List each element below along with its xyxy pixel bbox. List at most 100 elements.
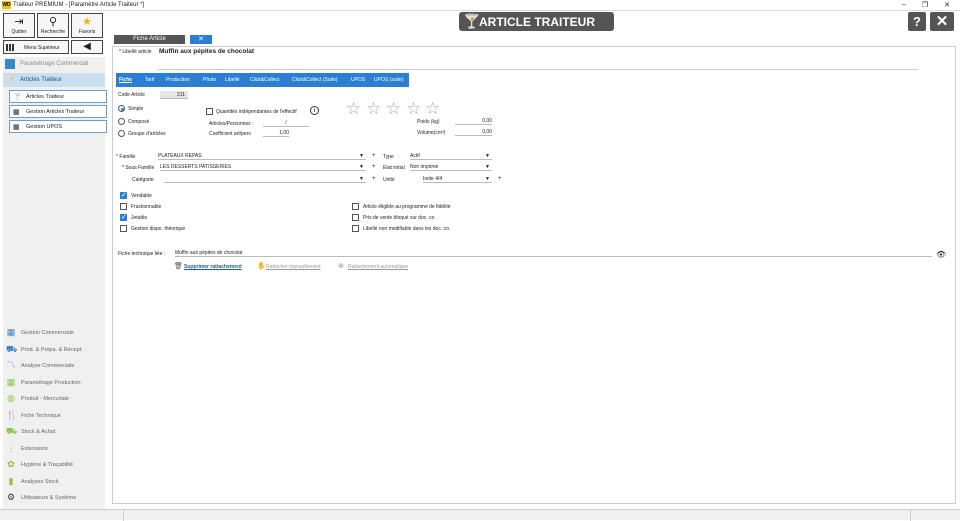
sidebar-item-produit-mercuriale[interactable]: ◍ Produit - Mercuriale bbox=[3, 391, 105, 406]
sidebar-item-prod-prepa[interactable]: ⛟ Prod. & Prépa. & Récept. bbox=[3, 342, 105, 357]
chevron-down-icon: ▼ bbox=[359, 164, 364, 170]
unite-label: Unité bbox=[383, 177, 395, 183]
sidebar-item-label: Produit - Mercuriale bbox=[21, 396, 69, 402]
quit-button[interactable]: ⇥ Quitter bbox=[3, 13, 35, 38]
libelle-non-modifiable-checkbox[interactable] bbox=[352, 225, 359, 232]
tab-fiche[interactable]: Fiche bbox=[119, 77, 132, 83]
add-sous-famille-button[interactable]: + bbox=[372, 164, 376, 170]
supprimer-rattachement-link[interactable]: Supprimer rattachement bbox=[184, 264, 242, 270]
unite-select[interactable]: boite 4/4 ▼ bbox=[423, 175, 492, 183]
sidebar-item-label: Prod. & Prépa. & Récept. bbox=[21, 347, 83, 353]
expand-button[interactable]: ✕ bbox=[190, 35, 212, 44]
sidebar-item-label: Analyses Stock bbox=[21, 479, 59, 485]
qte-independantes-checkbox[interactable] bbox=[206, 108, 213, 115]
back-button[interactable]: ◀ bbox=[71, 40, 103, 54]
search-button[interactable]: ⚲ Recherche bbox=[37, 13, 69, 38]
tab-libelle[interactable]: Libellé bbox=[225, 77, 239, 83]
sidebar-item-parametrage-production[interactable]: ▦ Paramétrage Production bbox=[3, 375, 105, 390]
sidebar-section-articles-traiteur[interactable]: 🍸 Articles Traiteur bbox=[3, 73, 105, 87]
add-famille-button[interactable]: + bbox=[372, 153, 376, 159]
sidebar-sub-articles-traiteur[interactable]: 🍸 Articles Traiteur bbox=[9, 90, 107, 103]
sidebar-item-utilisateurs[interactable]: ⚙ Utilisateurs & Système bbox=[3, 490, 105, 505]
tab-click-collect[interactable]: Click&Collect bbox=[250, 77, 279, 83]
categorie-select[interactable]: ▼ bbox=[164, 175, 366, 183]
favorites-label: Favoris bbox=[78, 29, 96, 35]
grid-icon: ▦ bbox=[6, 377, 16, 387]
sous-famille-select[interactable]: LES DESSERTS PATISSERIES ▼ bbox=[160, 163, 366, 171]
sidebar-item-fiche-technique[interactable]: 🍴 Fiche Technique bbox=[3, 408, 105, 423]
radio-groupe[interactable] bbox=[118, 130, 125, 137]
radio-simple-label: Simple bbox=[128, 106, 144, 112]
articles-personnes-field[interactable]: / bbox=[263, 119, 309, 127]
fidelite-checkbox[interactable] bbox=[352, 203, 359, 210]
sidebar-item-parametrage-commercial[interactable]: Paramétrage Commercial bbox=[3, 57, 105, 71]
vendable-checkbox[interactable] bbox=[120, 191, 127, 199]
add-unite-button[interactable]: + bbox=[498, 176, 502, 182]
back-arrow-icon: ◀ bbox=[83, 41, 91, 52]
prix-bloque-checkbox[interactable] bbox=[352, 214, 359, 221]
volume-field[interactable]: 0,00 bbox=[455, 128, 492, 136]
rating-star-icon[interactable]: ☆ bbox=[425, 99, 440, 119]
rating-star-icon[interactable]: ☆ bbox=[386, 99, 401, 119]
hand-icon: ✋ bbox=[257, 263, 266, 270]
eye-icon[interactable]: 👁 bbox=[936, 250, 946, 259]
poids-field[interactable]: 0,00 bbox=[455, 117, 492, 125]
window-close-icon[interactable]: ✕ bbox=[942, 1, 952, 9]
radio-groupe-label: Groupe d'articles bbox=[128, 131, 166, 137]
chevron-down-icon: ▼ bbox=[359, 153, 364, 159]
etat-initial-select[interactable]: Non imprimé ▼ bbox=[410, 163, 492, 171]
etat-initial-value: Non imprimé bbox=[410, 164, 439, 170]
jetable-checkbox[interactable] bbox=[120, 213, 127, 221]
type-select[interactable]: Actif ▼ bbox=[410, 152, 492, 160]
sidebar-sub-gestion-upos[interactable]: ▦ Gestion UPOS bbox=[9, 120, 107, 133]
fiche-article-tab[interactable]: Fiche Article bbox=[114, 35, 185, 44]
famille-select[interactable]: PLATEAUX REPAS ▼ bbox=[158, 152, 366, 160]
code-article-field[interactable]: 211 bbox=[160, 91, 188, 99]
tab-click-collect-suite[interactable]: Click&Collect (Suite) bbox=[292, 77, 338, 83]
close-button[interactable]: ✕ bbox=[930, 12, 954, 31]
exit-icon: ⇥ bbox=[14, 16, 24, 28]
sidebar-item-label: Gestion Commerciale bbox=[21, 330, 74, 336]
tab-upos-suite[interactable]: UPOS (suite) bbox=[374, 77, 403, 83]
rating-star-icon[interactable]: ☆ bbox=[346, 99, 361, 119]
sidebar-item-gestion-commerciale[interactable]: ▦ Gestion Commerciale bbox=[3, 325, 105, 340]
rattachement-automatique-link[interactable]: Rattachement automatique bbox=[348, 264, 408, 270]
coef-label: Coefficient art/pers bbox=[209, 131, 251, 137]
etat-initial-label: Etat initial bbox=[383, 165, 405, 171]
sidebar-item-analyse-commerciale[interactable]: 〽 Analyse Commerciale bbox=[3, 358, 105, 373]
help-button[interactable]: ? bbox=[908, 12, 926, 31]
info-icon[interactable]: i bbox=[310, 106, 319, 115]
tab-production[interactable]: Production bbox=[166, 77, 190, 83]
sidebar-sub-gestion-articles[interactable]: ▦ Gestion Articles Traiteur bbox=[9, 105, 107, 118]
libelle-field[interactable]: Muffin aux pépites de chocolat bbox=[159, 48, 254, 55]
chevron-down-icon: ▼ bbox=[485, 176, 490, 182]
toolbox: ⇥ Quitter ⚲ Recherche ★ Favoris Menu Sup… bbox=[3, 13, 103, 55]
add-categorie-button[interactable]: + bbox=[372, 176, 376, 182]
fractionnable-checkbox[interactable] bbox=[120, 203, 127, 210]
sidebar-item-label: Hygiène & Traçabilité bbox=[21, 462, 73, 468]
minimize-icon[interactable]: – bbox=[899, 1, 909, 8]
sidebar-item-analyses-stock[interactable]: ▮ Analyses Stock bbox=[3, 474, 105, 489]
rating-star-icon[interactable]: ☆ bbox=[366, 99, 381, 119]
favorites-button[interactable]: ★ Favoris bbox=[71, 13, 103, 38]
sidebar-item-hygiene[interactable]: ✿ Hygiène & Traçabilité bbox=[3, 457, 105, 472]
radio-compose[interactable] bbox=[118, 118, 125, 125]
gestion-dispo-checkbox[interactable] bbox=[120, 225, 127, 232]
grid-icon bbox=[6, 44, 15, 51]
rattacher-manuellement-link[interactable]: Rattacher manuellement bbox=[266, 264, 320, 270]
radio-compose-label: Composé bbox=[128, 119, 150, 125]
sous-famille-label: * Sous Famille bbox=[122, 165, 155, 171]
tab-upos[interactable]: UPOS bbox=[351, 77, 365, 83]
menu-superieur-button[interactable]: Menu Supérieur bbox=[3, 40, 69, 54]
sidebar-item-extensions[interactable]: ⋮ Extensions bbox=[3, 441, 105, 456]
rating-star-icon[interactable]: ☆ bbox=[406, 99, 421, 119]
sidebar-item-stock-achat[interactable]: ⛟ Stock & Achat bbox=[3, 424, 105, 439]
fidelite-label: Article éligible au programme de fidélit… bbox=[363, 204, 451, 210]
tab-tarif[interactable]: Tarif bbox=[145, 77, 154, 83]
restore-icon[interactable]: ❐ bbox=[920, 1, 930, 9]
page-title-label: ARTICLE TRAITEUR bbox=[479, 15, 595, 29]
radio-simple[interactable] bbox=[118, 105, 125, 112]
fiche-technique-field[interactable]: Muffin aux pépites de chocolat bbox=[175, 249, 932, 257]
tab-photo[interactable]: Photo bbox=[203, 77, 216, 83]
coef-field[interactable]: 1,00 bbox=[263, 129, 289, 137]
